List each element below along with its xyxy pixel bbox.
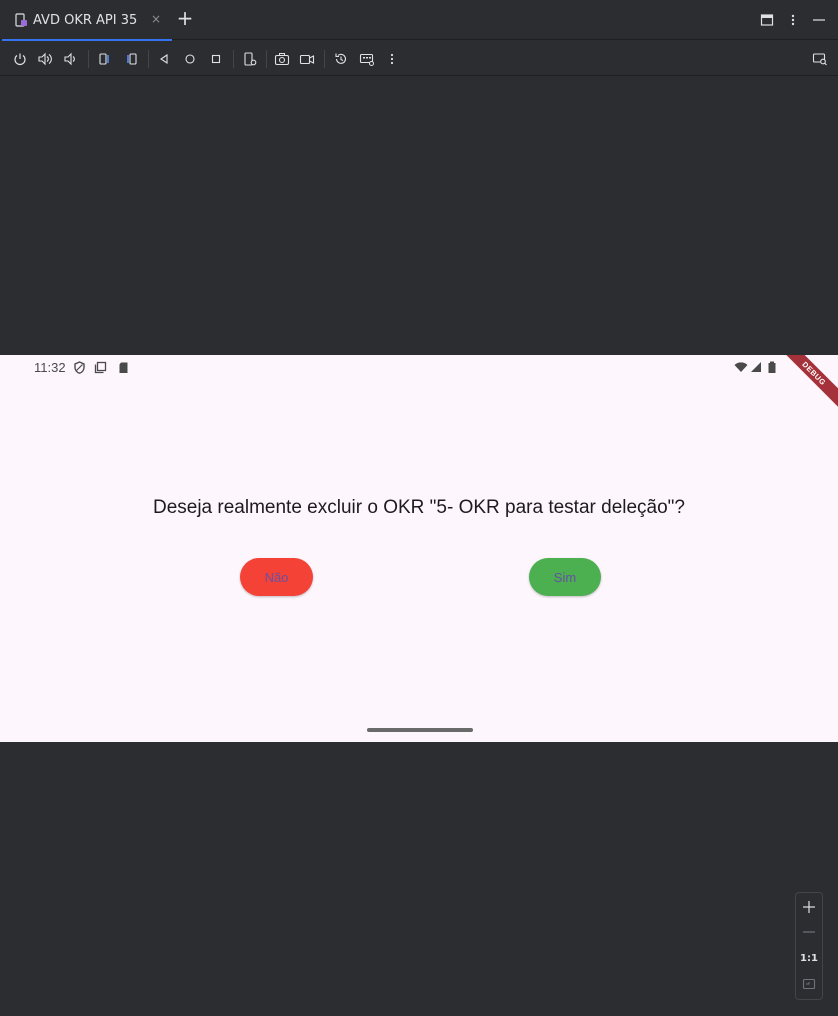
tab-bar: AVD OKR API 35 × + bbox=[0, 0, 838, 41]
zoom-actual-size-button[interactable]: 1:1 bbox=[796, 947, 822, 969]
record-icon[interactable] bbox=[297, 49, 317, 69]
more-vertical-icon[interactable] bbox=[783, 10, 803, 30]
separator bbox=[233, 50, 234, 68]
emulator-toolbar bbox=[0, 41, 838, 76]
keyboard-icon[interactable] bbox=[357, 49, 377, 69]
rotate-right-icon[interactable] bbox=[121, 49, 141, 69]
close-icon[interactable]: × bbox=[151, 12, 161, 26]
zoom-in-icon[interactable] bbox=[796, 896, 822, 918]
battery-icon bbox=[767, 361, 781, 375]
camera-icon[interactable] bbox=[272, 49, 292, 69]
tab-title: AVD OKR API 35 bbox=[33, 12, 138, 28]
back-icon[interactable] bbox=[154, 49, 174, 69]
volume-up-icon[interactable] bbox=[35, 49, 55, 69]
window-icon[interactable] bbox=[757, 10, 777, 30]
zoom-panel: 1:1 bbox=[795, 892, 823, 1000]
yes-button-label: Sim bbox=[553, 569, 577, 585]
delete-confirmation-text: Deseja realmente excluir o OKR "5- OKR p… bbox=[152, 497, 685, 518]
zoom-out-icon[interactable] bbox=[796, 921, 822, 943]
volume-down-icon[interactable] bbox=[60, 49, 80, 69]
separator bbox=[266, 50, 267, 68]
gesture-home-bar[interactable] bbox=[367, 728, 473, 732]
separator bbox=[148, 50, 149, 68]
signal-icon bbox=[750, 361, 764, 375]
tab-avd[interactable]: AVD OKR API 35 bbox=[0, 0, 172, 41]
overview-icon[interactable] bbox=[206, 49, 226, 69]
wifi-icon bbox=[734, 361, 748, 375]
no-button-label: Não bbox=[264, 569, 289, 585]
device-screen[interactable]: 11:32 DEBUG Deseja realmente excluir o O… bbox=[0, 355, 838, 742]
device-icon bbox=[14, 13, 28, 27]
more-vertical-icon[interactable] bbox=[382, 49, 402, 69]
power-icon[interactable] bbox=[10, 49, 30, 69]
rotate-left-icon[interactable] bbox=[95, 49, 115, 69]
shield-icon bbox=[73, 361, 87, 375]
yes-button[interactable]: Sim bbox=[529, 558, 601, 596]
separator bbox=[88, 50, 89, 68]
debug-banner: DEBUG bbox=[774, 355, 838, 414]
sd-card-icon bbox=[117, 361, 131, 375]
status-time: 11:32 bbox=[34, 360, 66, 375]
fit-screen-icon[interactable] bbox=[796, 973, 822, 995]
home-icon[interactable] bbox=[180, 49, 200, 69]
copy-icon bbox=[94, 361, 108, 375]
minimize-icon[interactable] bbox=[809, 10, 829, 30]
snapshot-icon[interactable] bbox=[331, 49, 351, 69]
separator bbox=[324, 50, 325, 68]
add-tab-button[interactable]: + bbox=[176, 8, 194, 29]
device-mirror-icon[interactable] bbox=[810, 49, 830, 69]
device-settings-icon[interactable] bbox=[240, 49, 260, 69]
no-button[interactable]: Não bbox=[240, 558, 313, 596]
